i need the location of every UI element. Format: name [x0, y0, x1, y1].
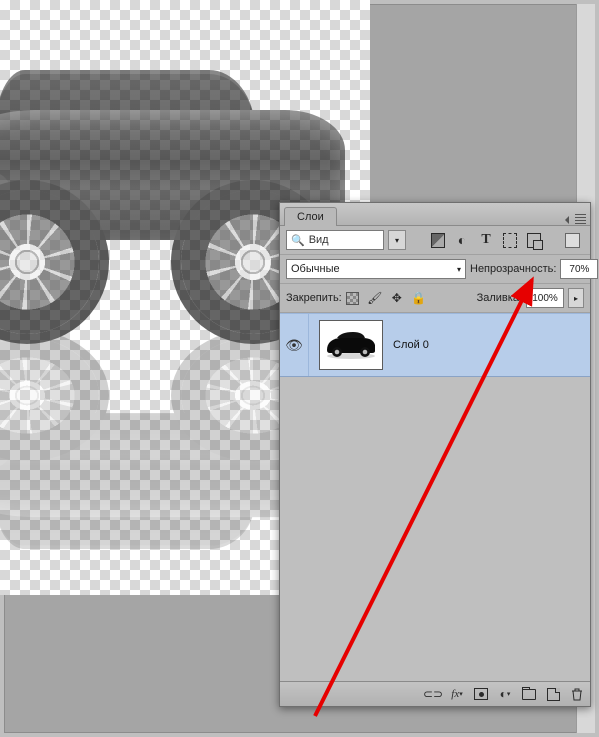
blend-opacity-row: Обычные ▾ Непрозрачность: 70% ▸	[280, 255, 590, 284]
blend-mode-value: Обычные	[291, 263, 340, 275]
new-layer-icon[interactable]	[546, 687, 560, 701]
panel-tab-bar: Слои	[280, 203, 590, 226]
panel-menu-icon[interactable]	[575, 214, 586, 225]
opacity-label: Непрозрачность:	[470, 263, 556, 275]
layers-panel-footer: ⊂⊃ fx▾ ◐▾	[280, 681, 590, 706]
opacity-value: 70%	[569, 264, 589, 275]
smart-object-filter-icon[interactable]	[527, 233, 541, 247]
fill-label: Заливка:	[477, 292, 522, 304]
lock-position-icon[interactable]: ✥	[390, 291, 404, 305]
fill-slider-button[interactable]: ▸	[568, 288, 584, 308]
eye-icon: 👁	[285, 337, 303, 354]
lock-pixels-icon[interactable]	[346, 291, 360, 305]
layer-filter-row: 🔍 Вид ▾ ◐ T	[280, 226, 590, 255]
filter-toggle-switch[interactable]	[565, 233, 580, 248]
tab-layers-label: Слои	[297, 211, 324, 223]
shape-filter-icon[interactable]	[503, 233, 517, 247]
workspace: Слои 🔍 Вид ▾ ◐ T	[0, 0, 599, 737]
layer-filter-label: Вид	[309, 234, 329, 246]
image-filter-icon[interactable]	[431, 233, 445, 247]
layer-filter-dropdown-button[interactable]: ▾	[388, 230, 406, 250]
collapse-icon[interactable]	[565, 216, 569, 224]
lock-fill-row: Закрепить: 🖌 ✥ 🔒 Заливка: 100% ▸	[280, 284, 590, 313]
tab-layers[interactable]: Слои	[284, 207, 337, 226]
new-group-icon[interactable]	[522, 687, 536, 701]
layer-thumbnail[interactable]	[319, 320, 383, 370]
opacity-value-field[interactable]: 70%	[560, 259, 598, 279]
layers-panel: Слои 🔍 Вид ▾ ◐ T	[279, 202, 591, 707]
lock-paint-icon[interactable]: 🖌	[368, 291, 382, 305]
lock-label: Закрепить:	[286, 292, 342, 304]
new-adjustment-layer-icon[interactable]: ◐▾	[498, 687, 512, 701]
layer-style-icon[interactable]: fx▾	[450, 687, 464, 701]
layer-name[interactable]: Слой 0	[393, 339, 429, 351]
link-layers-icon[interactable]: ⊂⊃	[426, 687, 440, 701]
chevron-down-icon: ▾	[457, 265, 461, 274]
visibility-toggle[interactable]: 👁	[280, 314, 309, 376]
delete-layer-icon[interactable]	[570, 687, 584, 701]
layer-mask-icon[interactable]	[474, 687, 488, 701]
search-icon: 🔍	[291, 234, 305, 247]
type-filter-icon[interactable]: T	[479, 233, 493, 247]
adjustment-filter-icon[interactable]: ◐	[455, 233, 469, 247]
lock-all-icon[interactable]: 🔒	[412, 291, 426, 305]
fill-value: 100%	[532, 293, 558, 304]
blend-mode-select[interactable]: Обычные ▾	[286, 259, 466, 279]
layer-filter-select[interactable]: 🔍 Вид	[286, 230, 384, 250]
layer-row[interactable]: 👁 Слой 0	[280, 313, 590, 377]
layers-list[interactable]: 👁 Слой 0	[280, 313, 590, 681]
fill-value-field[interactable]: 100%	[526, 288, 564, 308]
